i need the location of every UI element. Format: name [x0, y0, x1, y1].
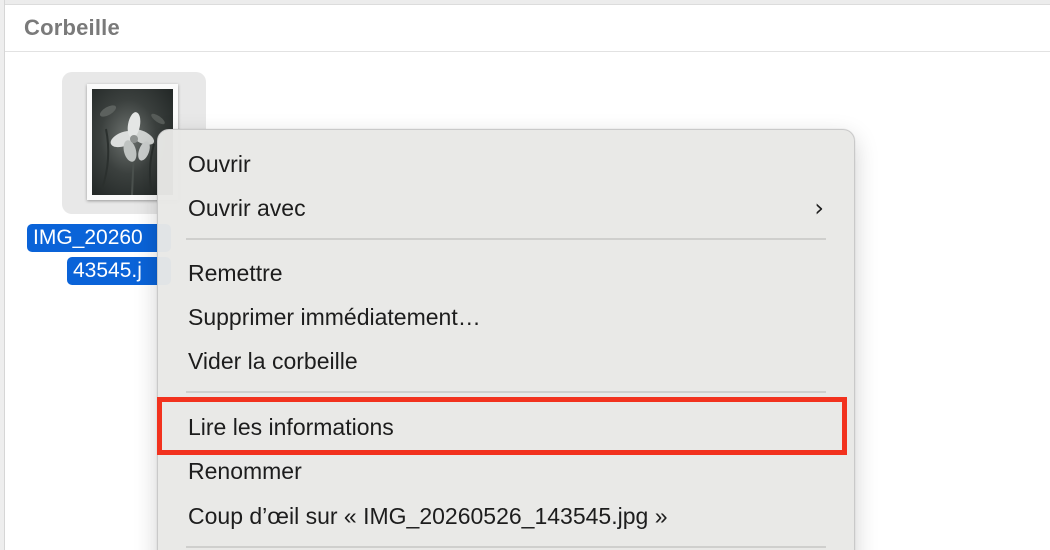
- context-menu: Ouvrir Ouvrir avec › Remettre Supprimer …: [157, 129, 855, 550]
- menu-item-supprimer[interactable]: Supprimer immédiatement…: [188, 297, 830, 337]
- menu-item-ouvrir-avec[interactable]: Ouvrir avec ›: [188, 188, 830, 228]
- menu-item-vider-corbeille[interactable]: Vider la corbeille: [188, 341, 830, 381]
- menu-separator: [186, 546, 826, 548]
- finder-window: Corbeille IMG_20260 43545.j Ouvrir Ouvri…: [0, 0, 1050, 550]
- location-header: Corbeille: [5, 5, 1050, 52]
- menu-separator: [186, 238, 826, 240]
- menu-item-label: Coup d’œil sur « IMG_20260526_143545.jpg…: [188, 503, 668, 529]
- menu-item-ouvrir[interactable]: Ouvrir: [188, 144, 830, 184]
- menu-item-label: Remettre: [188, 260, 283, 286]
- menu-item-remettre[interactable]: Remettre: [188, 253, 830, 293]
- menu-item-renommer[interactable]: Renommer: [188, 451, 830, 491]
- file-name-line-2[interactable]: 43545.j: [67, 257, 171, 285]
- file-name-line-1[interactable]: IMG_20260: [27, 224, 171, 252]
- menu-item-label: Ouvrir avec: [188, 195, 306, 221]
- menu-item-label: Ouvrir: [188, 151, 251, 177]
- highlight-annotation-box: [157, 397, 847, 455]
- menu-item-coup-doeil[interactable]: Coup d’œil sur « IMG_20260526_143545.jpg…: [188, 496, 830, 536]
- menu-item-label: Supprimer immédiatement…: [188, 304, 481, 330]
- window-left-edge: [0, 0, 5, 550]
- menu-separator: [186, 391, 826, 393]
- menu-item-label: Renommer: [188, 458, 302, 484]
- menu-item-label: Vider la corbeille: [188, 348, 358, 374]
- folder-title: Corbeille: [24, 15, 120, 40]
- chevron-right-icon: ›: [814, 194, 824, 222]
